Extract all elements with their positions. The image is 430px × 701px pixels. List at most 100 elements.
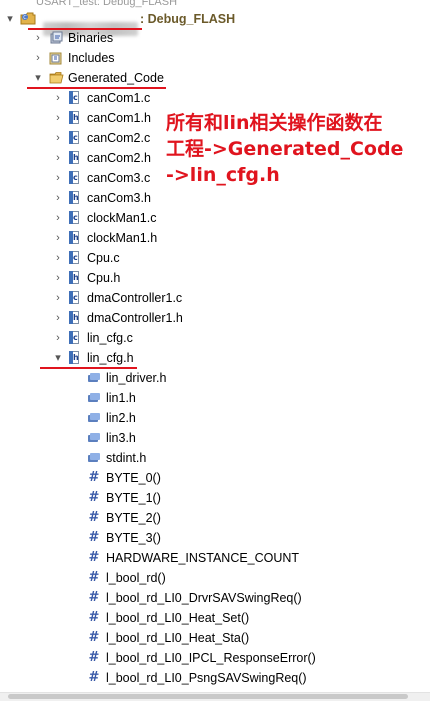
tree-item-binaries[interactable]: › Binaries xyxy=(0,29,430,47)
file-row[interactable]: › h Cpu.h xyxy=(0,269,430,287)
header-file-icon: h xyxy=(69,191,79,204)
expand-arrow-icon[interactable]: › xyxy=(52,272,64,284)
hash-define-icon: # xyxy=(88,510,100,525)
file-label: clockMan1.h xyxy=(87,231,158,245)
file-label: Cpu.h xyxy=(87,271,121,285)
c-source-file-icon: c xyxy=(69,251,79,264)
expand-arrow-icon[interactable]: › xyxy=(52,252,64,264)
define-row[interactable]: # HARDWARE_INSTANCE_COUNT xyxy=(0,549,430,567)
annotation-line-2: 工程->Generated_Code xyxy=(166,138,404,160)
header-file-icon: h xyxy=(69,231,79,244)
c-source-file-icon: c xyxy=(69,331,79,344)
expand-arrow-icon[interactable]: › xyxy=(52,212,64,224)
c-source-file-icon: c xyxy=(69,171,79,184)
include-icon xyxy=(88,372,100,384)
define-row[interactable]: # l_bool_rd_LI0_PsngSAVSwingReq() xyxy=(0,669,430,687)
header-file-icon: h xyxy=(69,151,79,164)
hash-define-icon: # xyxy=(88,570,100,585)
file-label: clockMan1.c xyxy=(87,211,157,225)
tree-item-includes[interactable]: › Includes xyxy=(0,49,430,67)
define-label: l_bool_rd_LI0_DrvrSAVSwingReq() xyxy=(106,591,302,605)
file-row[interactable]: › h clockMan1.h xyxy=(0,229,430,247)
file-row[interactable]: › c canCom1.c xyxy=(0,89,430,107)
annotation-note: 所有和lin相关操作函数在 工程->Generated_Code ->lin_c… xyxy=(166,110,411,188)
annotation-line-3: ->lin_cfg.h xyxy=(166,164,280,186)
expand-arrow-icon[interactable]: › xyxy=(52,112,64,124)
expand-arrow-icon[interactable]: › xyxy=(52,92,64,104)
collapse-arrow-icon[interactable]: ▾ xyxy=(32,72,44,84)
expand-arrow-icon[interactable]: › xyxy=(52,332,64,344)
c-source-file-icon: c xyxy=(69,91,79,104)
file-row[interactable]: › h dmaController1.h xyxy=(0,309,430,327)
c-source-file-icon: c xyxy=(69,291,79,304)
define-row[interactable]: # l_bool_rd() xyxy=(0,569,430,587)
top-item-label: USART_test: Debug_FLASH xyxy=(36,0,178,8)
include-label: lin_driver.h xyxy=(106,371,167,385)
expand-arrow-icon[interactable]: › xyxy=(52,152,64,164)
expand-arrow-icon[interactable]: › xyxy=(52,192,64,204)
file-label: canCom1.h xyxy=(87,111,151,125)
define-row[interactable]: # l_bool_rd_LI0_DrvrSAVSwingReq() xyxy=(0,589,430,607)
top-item-cut[interactable]: USART_test: Debug_FLASH xyxy=(0,0,430,8)
expand-arrow-icon[interactable]: › xyxy=(52,132,64,144)
expand-arrow-icon[interactable]: › xyxy=(52,292,64,304)
header-file-icon: h xyxy=(69,351,79,364)
expand-arrow-icon[interactable]: › xyxy=(52,312,64,324)
expand-arrow-icon[interactable]: › xyxy=(32,32,44,44)
define-label: BYTE_2() xyxy=(106,511,161,525)
hash-define-icon: # xyxy=(88,650,100,665)
collapse-arrow-icon[interactable]: ▾ xyxy=(4,13,16,25)
include-label: lin2.h xyxy=(106,411,136,425)
include-row[interactable]: lin2.h xyxy=(0,409,430,427)
define-label: BYTE_3() xyxy=(106,531,161,545)
define-label: l_bool_rd_LI0_IPCL_ResponseError() xyxy=(106,651,316,665)
file-row[interactable]: › c clockMan1.c xyxy=(0,209,430,227)
project-config-label: : Debug_FLASH xyxy=(140,12,236,26)
include-icon xyxy=(88,412,100,424)
define-label: l_bool_rd() xyxy=(106,571,166,585)
expand-arrow-icon[interactable]: › xyxy=(52,232,64,244)
scrollbar-thumb[interactable] xyxy=(8,694,408,699)
file-row[interactable]: › h canCom3.h xyxy=(0,189,430,207)
include-row[interactable]: lin1.h xyxy=(0,389,430,407)
include-row[interactable]: stdint.h xyxy=(0,449,430,467)
collapse-arrow-icon[interactable]: ▾ xyxy=(52,352,64,364)
open-folder-icon xyxy=(49,71,65,85)
header-file-icon: h xyxy=(69,111,79,124)
file-row[interactable]: › c Cpu.c xyxy=(0,249,430,267)
hash-define-icon: # xyxy=(88,670,100,685)
hash-define-icon: # xyxy=(88,470,100,485)
annotation-line-1: 所有和lin相关操作函数在 xyxy=(166,112,383,134)
file-label: canCom1.c xyxy=(87,91,151,105)
define-row[interactable]: # BYTE_0() xyxy=(0,469,430,487)
project-node[interactable]: ▾ C : Debug_FLASH xyxy=(0,10,430,36)
file-label: canCom2.c xyxy=(87,131,151,145)
file-row[interactable]: › c dmaController1.c xyxy=(0,289,430,307)
includes-folder-icon xyxy=(49,51,63,65)
header-file-icon: h xyxy=(69,311,79,324)
include-icon xyxy=(88,432,100,444)
define-row[interactable]: # l_bool_rd_LI0_IPCL_ResponseError() xyxy=(0,649,430,667)
define-row[interactable]: # BYTE_3() xyxy=(0,529,430,547)
file-row[interactable]: › c lin_cfg.c xyxy=(0,329,430,347)
hash-define-icon: # xyxy=(88,630,100,645)
file-label: lin_cfg.c xyxy=(87,331,133,345)
define-row[interactable]: # BYTE_2() xyxy=(0,509,430,527)
define-row[interactable]: # l_bool_rd_LI0_Heat_Sta() xyxy=(0,629,430,647)
include-label: lin3.h xyxy=(106,431,136,445)
define-label: l_bool_rd_LI0_Heat_Sta() xyxy=(106,631,250,645)
generated-code-label: Generated_Code xyxy=(68,71,164,85)
hash-define-icon: # xyxy=(88,550,100,565)
include-row[interactable]: lin_driver.h xyxy=(0,369,430,387)
tree-item-generated-code[interactable]: ▾ Generated_Code xyxy=(0,69,430,87)
define-row[interactable]: # l_bool_rd_LI0_Heat_Set() xyxy=(0,609,430,627)
hash-define-icon: # xyxy=(88,530,100,545)
include-label: lin1.h xyxy=(106,391,136,405)
define-label: l_bool_rd_LI0_Heat_Set() xyxy=(106,611,250,625)
binaries-label: Binaries xyxy=(68,31,114,45)
include-row[interactable]: lin3.h xyxy=(0,429,430,447)
file-row-lin-cfg-h[interactable]: ▾ h lin_cfg.h xyxy=(0,349,430,367)
define-row[interactable]: # BYTE_1() xyxy=(0,489,430,507)
expand-arrow-icon[interactable]: › xyxy=(32,52,44,64)
expand-arrow-icon[interactable]: › xyxy=(52,172,64,184)
